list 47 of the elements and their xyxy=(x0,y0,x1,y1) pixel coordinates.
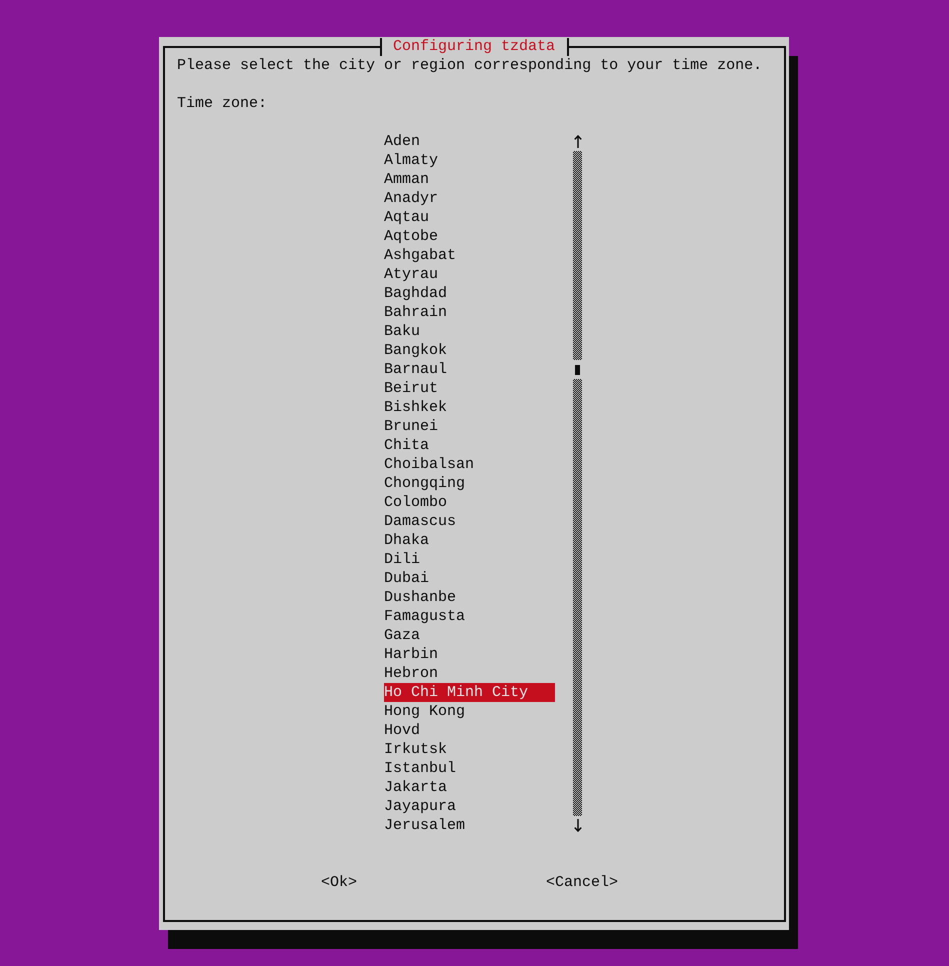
ok-button[interactable]: <Ok> xyxy=(321,873,358,892)
list-label: Time zone: xyxy=(177,94,268,113)
timezone-option[interactable]: Beirut xyxy=(384,379,438,398)
timezone-option[interactable]: Colombo xyxy=(384,493,448,512)
timezone-option[interactable]: Brunei xyxy=(384,417,438,436)
timezone-option[interactable]: Chongqing xyxy=(384,474,466,493)
timezone-option[interactable]: Dhaka xyxy=(384,531,430,550)
timezone-option[interactable]: Choibalsan xyxy=(384,455,474,474)
timezone-option[interactable]: Baghdad xyxy=(384,284,448,303)
timezone-option[interactable]: Dubai xyxy=(384,569,430,588)
timezone-option[interactable]: Aden xyxy=(384,132,420,151)
scroll-up-arrow-icon[interactable] xyxy=(574,135,582,148)
timezone-option[interactable]: Aqtobe xyxy=(384,227,438,246)
timezone-option[interactable]: Jerusalem xyxy=(384,816,466,835)
timezone-option[interactable]: Irkutsk xyxy=(384,740,448,759)
timezone-option[interactable]: Gaza xyxy=(384,626,420,645)
timezone-option[interactable]: Atyrau xyxy=(384,265,438,284)
timezone-option[interactable]: Bishkek xyxy=(384,398,448,417)
timezone-option[interactable]: Dushanbe xyxy=(384,588,456,607)
timezone-option[interactable]: Damascus xyxy=(384,512,456,531)
timezone-option[interactable]: Bahrain xyxy=(384,303,448,322)
timezone-option[interactable]: Famagusta xyxy=(384,607,466,626)
timezone-option[interactable]: Amman xyxy=(384,170,430,189)
scrollbar-thumb[interactable] xyxy=(575,364,580,374)
timezone-option[interactable]: Anadyr xyxy=(384,189,438,208)
scrollbar-track[interactable] xyxy=(573,151,582,360)
timezone-option[interactable]: Hebron xyxy=(384,664,438,683)
prompt-text: Please select the city or region corresponding to your time zone. xyxy=(177,56,762,75)
timezone-option[interactable]: Jakarta xyxy=(384,778,448,797)
timezone-option[interactable]: Ho Chi Minh City xyxy=(384,683,555,702)
timezone-option[interactable]: Hong Kong xyxy=(384,702,466,721)
timezone-option[interactable]: Barnaul xyxy=(384,360,448,379)
dialog-title: Configuring tzdata xyxy=(380,38,570,56)
timezone-option[interactable]: Aqtau xyxy=(384,208,430,227)
timezone-option[interactable]: Ashgabat xyxy=(384,246,456,265)
timezone-option[interactable]: Chita xyxy=(384,436,430,455)
timezone-option[interactable]: Bangkok xyxy=(384,341,448,360)
timezone-option[interactable]: Hovd xyxy=(384,721,420,740)
cancel-button[interactable]: <Cancel> xyxy=(546,873,618,892)
timezone-option[interactable]: Harbin xyxy=(384,645,438,664)
timezone-option[interactable]: Jayapura xyxy=(384,797,456,816)
timezone-option[interactable]: Almaty xyxy=(384,151,438,170)
timezone-option[interactable]: Baku xyxy=(384,322,420,341)
timezone-option[interactable]: Istanbul xyxy=(384,759,456,778)
scroll-down-arrow-icon[interactable] xyxy=(574,819,582,832)
scrollbar-track[interactable] xyxy=(573,379,582,816)
timezone-option[interactable]: Dili xyxy=(384,550,420,569)
